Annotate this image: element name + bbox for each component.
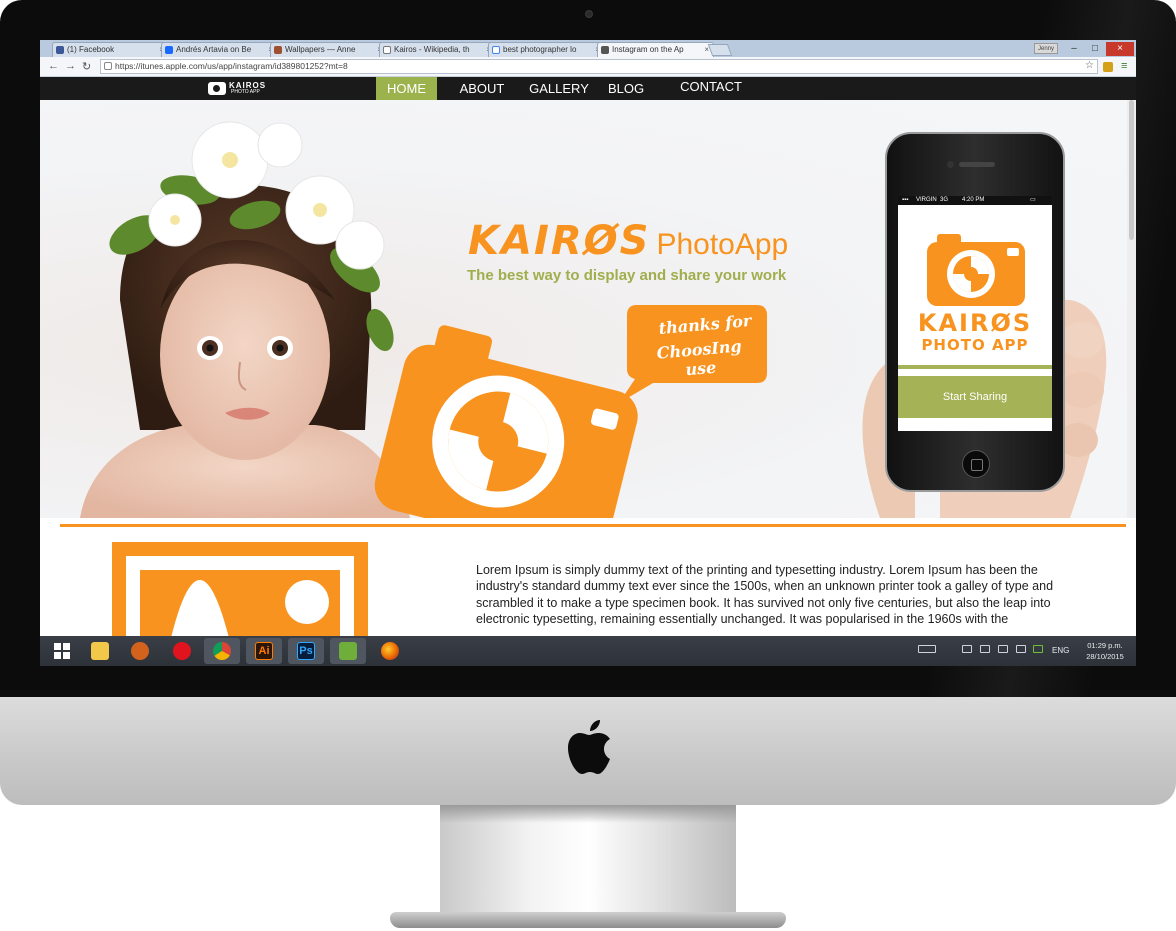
flag-icon[interactable] — [980, 645, 990, 653]
camera-logo-icon — [208, 82, 226, 95]
body-text: Lorem Ipsum is simply dummy text of the … — [476, 563, 1054, 626]
imac-monitor: (1) Facebook× Andrés Artavia on Be× Wall… — [0, 0, 1176, 805]
tab-wallpapers[interactable]: Wallpapers — Anne× — [270, 42, 387, 57]
phone-statusbar: ▪▪▪ VIRGIN 3G 4:20 PM ▭ — [898, 196, 1052, 205]
facebook-icon — [56, 46, 64, 54]
tab-google[interactable]: best photographer lo× — [488, 42, 605, 57]
nav-blog[interactable]: BLOG — [601, 77, 651, 100]
hero-brand: KAIRØS PhotoApp — [468, 218, 788, 264]
user-badge[interactable]: Jenny — [1034, 43, 1058, 54]
tab-behance[interactable]: Andrés Artavia on Be× — [161, 42, 278, 57]
back-icon[interactable]: ← — [48, 60, 59, 72]
browser-tabbar: (1) Facebook× Andrés Artavia on Be× Wall… — [40, 40, 1136, 57]
app-camera-logo — [927, 234, 1025, 306]
new-tab-button[interactable] — [707, 44, 733, 56]
nav-gallery[interactable]: GALLERY — [523, 77, 595, 100]
app-icon[interactable] — [122, 638, 158, 664]
browser-toolbar: ← → ↻ https://itunes.apple.com/us/app/in… — [40, 57, 1136, 77]
app-subtitle: PHOTO APP — [921, 336, 1029, 354]
iphone-mockup: ▪▪▪ VIRGIN 3G 4:20 PM ▭ KAIRØS PHOTO APP… — [885, 132, 1065, 492]
brand-photoapp: PhotoApp — [656, 228, 789, 261]
image-placeholder-icon — [112, 542, 368, 636]
wikipedia-icon — [383, 46, 391, 54]
phone-speaker — [959, 162, 995, 167]
network-icon[interactable] — [962, 645, 972, 653]
webcam — [585, 10, 593, 18]
phone-screen: ▪▪▪ VIRGIN 3G 4:20 PM ▭ KAIRØS PHOTO APP… — [898, 196, 1052, 431]
google-icon — [492, 46, 500, 54]
start-sharing-button[interactable]: Start Sharing — [898, 376, 1052, 418]
volume-icon[interactable] — [1016, 645, 1026, 653]
chrome-icon[interactable] — [204, 638, 240, 664]
behance-icon — [165, 46, 173, 54]
orange-divider — [60, 524, 1126, 527]
wallpapers-icon — [274, 46, 282, 54]
maximize-button[interactable]: □ — [1085, 42, 1105, 56]
windows-taskbar: Ai Ps ENG 01:29 p.m. 28/10/2015 — [40, 636, 1136, 666]
address-bar[interactable]: https://itunes.apple.com/us/app/instagra… — [100, 59, 1098, 74]
file-explorer-icon[interactable] — [82, 638, 118, 664]
app-icon-2[interactable] — [330, 638, 366, 664]
opera-icon[interactable] — [164, 638, 200, 664]
battery-icon: ▭ — [1030, 197, 1036, 203]
scrollbar-thumb[interactable] — [1129, 100, 1134, 240]
battery-tray-icon[interactable] — [998, 645, 1008, 653]
phone-home-button — [962, 450, 990, 478]
monitor-stand-base — [390, 912, 786, 928]
tab-wikipedia[interactable]: Kairos - Wikipedia, th× — [379, 42, 496, 57]
app-title: KAIRØS — [917, 309, 1033, 337]
system-clock[interactable]: 01:29 p.m. 28/10/2015 — [1080, 640, 1130, 662]
nav-home[interactable]: HOME — [376, 77, 437, 100]
minimize-button[interactable]: – — [1064, 42, 1084, 56]
language-indicator[interactable]: ENG — [1052, 646, 1069, 655]
keyboard-icon[interactable] — [918, 645, 936, 653]
large-camera-graphic — [374, 325, 638, 518]
app-tray-icon[interactable] — [1033, 645, 1043, 653]
appstore-icon — [601, 46, 609, 54]
bookmark-star-icon[interactable]: ☆ — [1085, 60, 1094, 71]
lock-icon — [104, 62, 112, 70]
site-navbar: KAIROS PHOTO APP HOME ABOUT GALLERY BLOG… — [40, 77, 1136, 100]
forward-icon[interactable]: → — [65, 60, 76, 72]
reload-icon[interactable]: ↻ — [82, 60, 91, 73]
brand-kairos: KAIRØS — [468, 218, 651, 264]
nav-contact[interactable]: CONTACT — [675, 75, 747, 98]
nav-about[interactable]: ABOUT — [450, 77, 514, 100]
signal-icon: ▪▪▪ — [902, 197, 909, 203]
tab-instagram[interactable]: Instagram on the Ap × — [597, 42, 714, 57]
menu-icon[interactable]: ≡ — [1121, 60, 1127, 72]
screen: (1) Facebook× Andrés Artavia on Be× Wall… — [40, 40, 1136, 666]
hero-tagline: The best way to display and share your w… — [467, 267, 787, 284]
hero-banner: thanks for ChoosIng use KAIRØS PhotoApp T… — [40, 100, 1136, 518]
close-window-button[interactable]: × — [1106, 42, 1134, 56]
firefox-icon[interactable] — [372, 638, 408, 664]
extension-icon[interactable] — [1103, 62, 1113, 72]
illustrator-icon[interactable]: Ai — [246, 638, 282, 664]
windows-start-icon[interactable] — [44, 638, 80, 664]
apple-logo-icon — [568, 720, 610, 774]
content-section: Lorem Ipsum is simply dummy text of the … — [40, 518, 1136, 636]
photoshop-icon[interactable]: Ps — [288, 638, 324, 664]
tab-facebook[interactable]: (1) Facebook× — [52, 42, 169, 57]
page-scrollbar[interactable] — [1127, 100, 1136, 518]
